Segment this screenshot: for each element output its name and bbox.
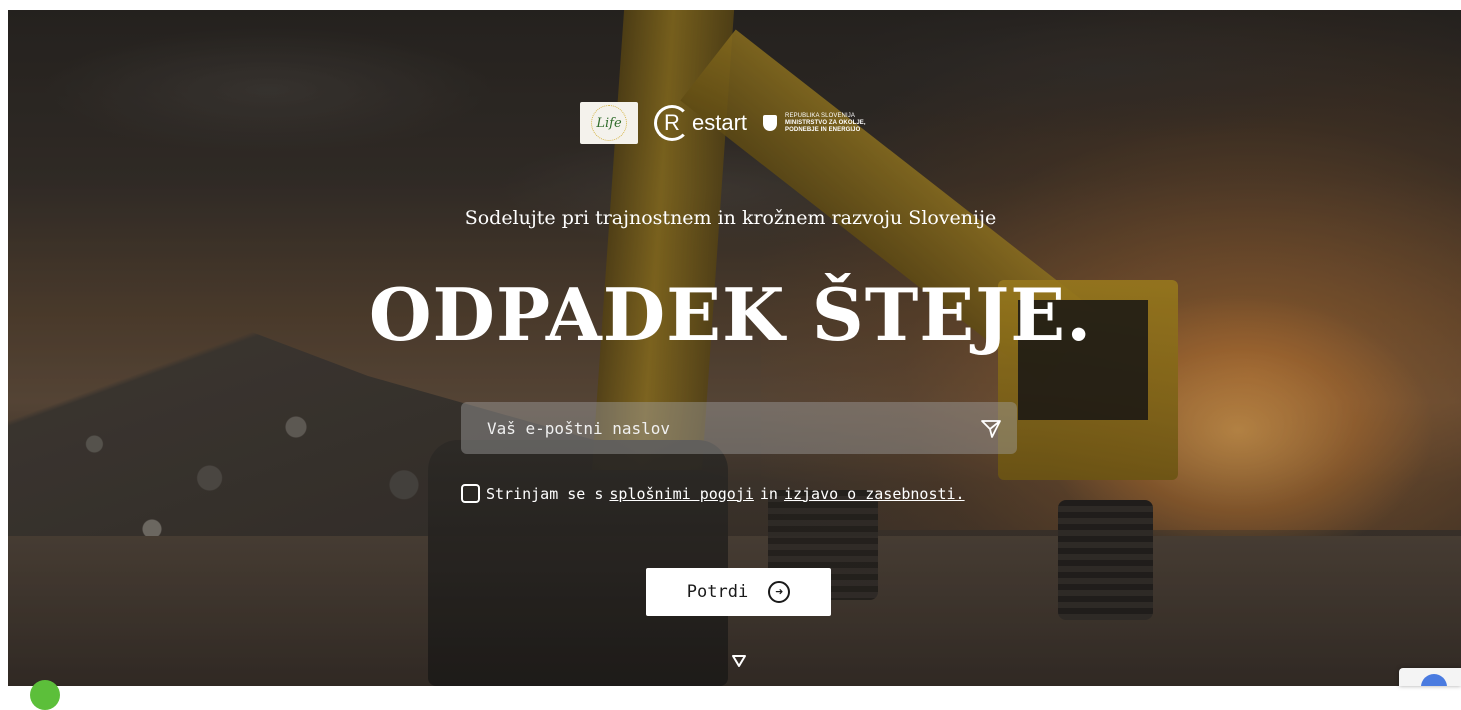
eu-stars-icon: [591, 105, 627, 141]
restart-c-icon: R: [654, 105, 690, 141]
recaptcha-icon: [1421, 674, 1447, 686]
consent-row: Strinjam se s splošnimi pogoji in izjavo…: [461, 484, 965, 503]
terms-link[interactable]: splošnimi pogoji: [609, 485, 754, 503]
email-form: [461, 402, 1017, 454]
restart-logo: R estart: [654, 105, 747, 141]
consent-prefix: Strinjam se s: [486, 484, 604, 503]
submit-button[interactable]: Potrdi ➜: [646, 568, 831, 616]
restart-logo-text: estart: [692, 110, 748, 135]
consent-checkbox[interactable]: [461, 484, 480, 503]
hero-headline: ODPADEK ŠTEJE.: [368, 272, 1093, 357]
life-logo: Life: [580, 102, 638, 144]
ministry-line-1: REPUBLIKA SLOVENIJA: [785, 112, 855, 119]
triangle-down-icon[interactable]: [731, 654, 747, 668]
ministry-logo-text: REPUBLIKA SLOVENIJA MINISTRSTVO ZA OKOLJ…: [785, 113, 866, 134]
privacy-link[interactable]: izjavo o zasebnosti.: [784, 485, 965, 503]
hero-tagline: Sodelujte pri trajnostnem in krožnem raz…: [464, 207, 997, 229]
chat-widget-icon[interactable]: [30, 680, 60, 710]
partner-logos: Life R estart REPUBLIKA SLOVENIJA MINIST…: [580, 100, 866, 146]
restart-logo-initial: R: [664, 110, 680, 135]
submit-label: Potrdi: [686, 582, 749, 602]
ministry-logo: REPUBLIKA SLOVENIJA MINISTRSTVO ZA OKOLJ…: [763, 113, 866, 134]
recaptcha-badge[interactable]: [1399, 668, 1461, 686]
email-input[interactable]: [485, 417, 979, 439]
arrow-right-circle-icon: ➜: [768, 581, 791, 603]
coat-of-arms-icon: [763, 115, 778, 131]
send-icon[interactable]: [979, 416, 1003, 440]
ministry-line-3: PODNEBJE IN ENERGIJO: [785, 126, 861, 133]
consent-middle: in: [759, 484, 778, 503]
ministry-line-2: MINISTRSTVO ZA OKOLJE,: [785, 119, 866, 126]
